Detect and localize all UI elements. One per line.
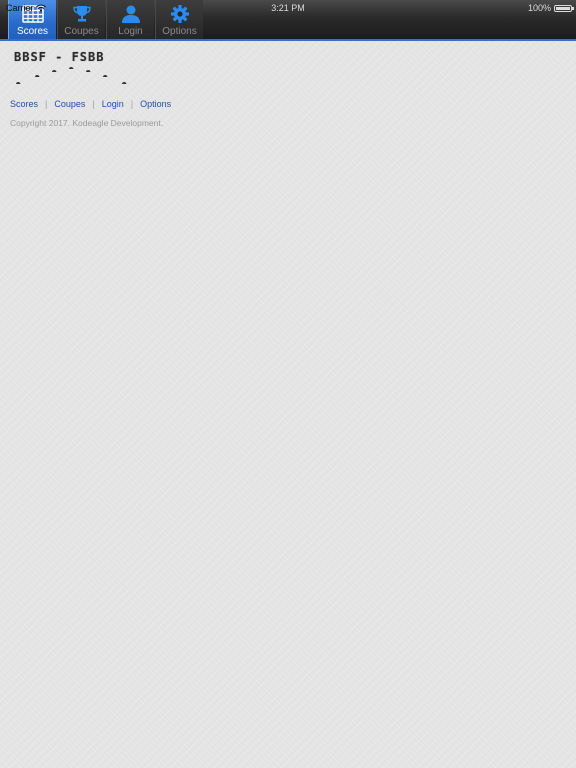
top-bar: Scores Coupes Login Options Carrier 3:21… bbox=[0, 0, 576, 41]
link-separator: | bbox=[45, 99, 48, 109]
app-logo: BBSF - FSBB bbox=[12, 50, 136, 88]
link-options[interactable]: Options bbox=[140, 99, 171, 109]
tab-label: Options bbox=[162, 26, 197, 37]
link-coupes[interactable]: Coupes bbox=[54, 99, 85, 109]
status-time: 3:21 PM bbox=[271, 3, 305, 13]
footer-links: Scores | Coupes | Login | Options bbox=[10, 99, 171, 109]
link-scores[interactable]: Scores bbox=[10, 99, 38, 109]
status-battery: 100% bbox=[527, 3, 574, 13]
battery-icon bbox=[554, 4, 574, 12]
tab-label: Scores bbox=[16, 26, 49, 37]
logo-text: BBSF - FSBB bbox=[14, 50, 105, 64]
link-login[interactable]: Login bbox=[102, 99, 124, 109]
link-separator: | bbox=[92, 99, 95, 109]
tab-label: Coupes bbox=[64, 26, 99, 37]
battery-percent: 100% bbox=[527, 3, 551, 13]
logo-dots-graphic bbox=[16, 67, 127, 84]
tab-label: Login bbox=[118, 26, 143, 37]
copyright-text: Copyright 2017. Kodeagle Development. bbox=[10, 118, 164, 128]
link-separator: | bbox=[130, 99, 134, 109]
